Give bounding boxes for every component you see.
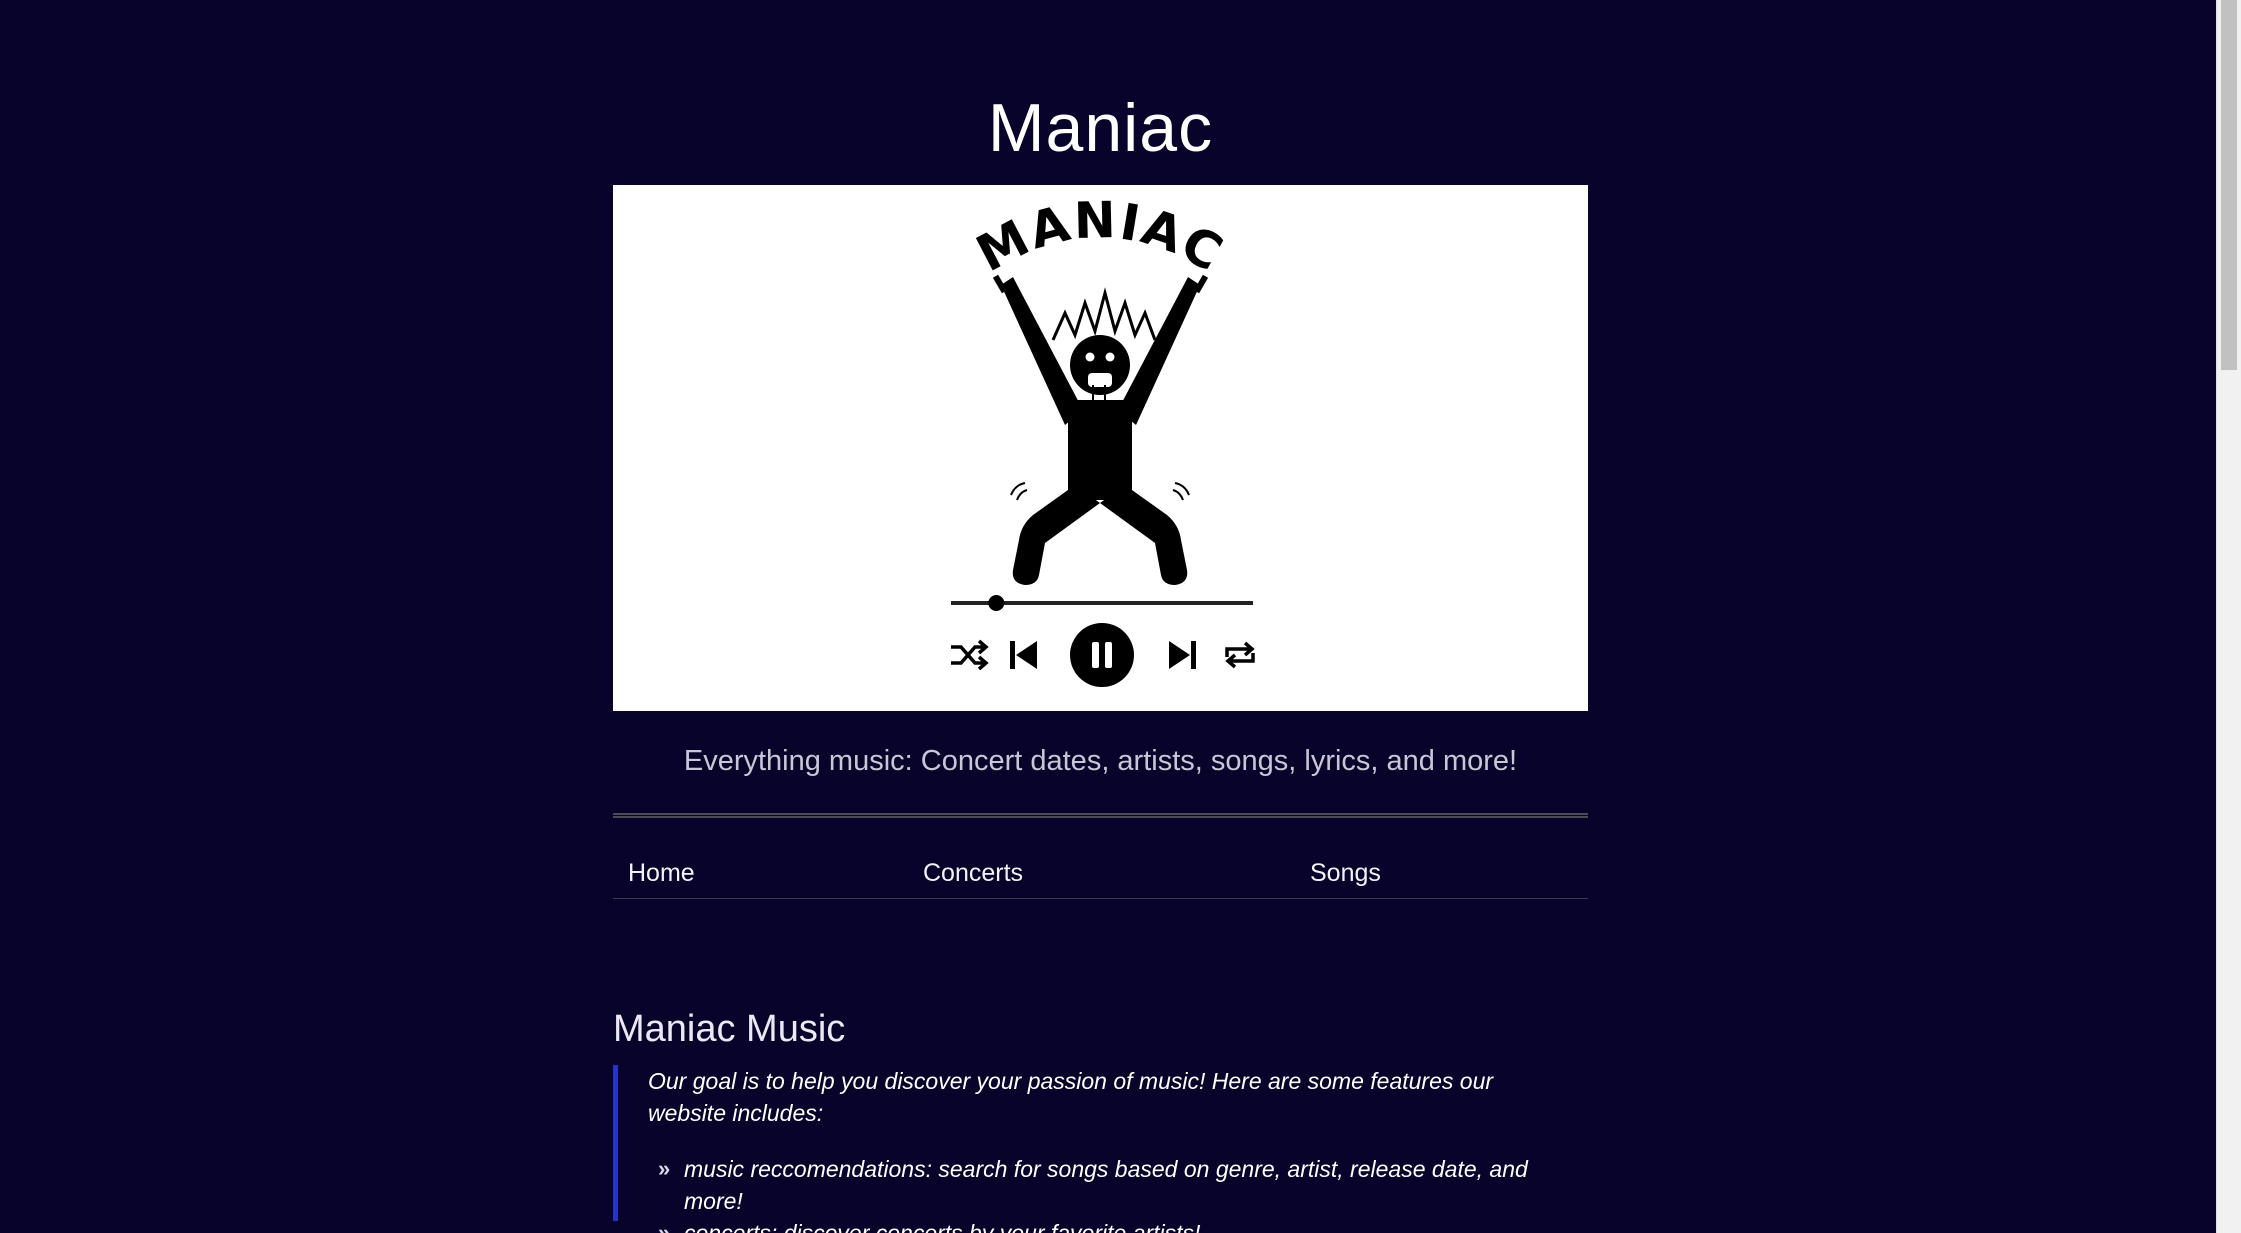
feature-text: music reccomendations: search for songs … [684, 1156, 1528, 1214]
intro-text: Our goal is to help you discover your pa… [648, 1068, 1494, 1126]
main-nav: Home Concerts Songs [613, 818, 1588, 899]
list-item: » concerts: discover concerts by your fa… [658, 1217, 1568, 1233]
pause-icon[interactable] [1070, 623, 1134, 687]
list-item: » music reccomendations: search for song… [658, 1153, 1568, 1217]
section-heading: Maniac Music [613, 1008, 846, 1050]
page: Maniac MANIAC Everything music: Concert … [0, 0, 2241, 1233]
site-title: Maniac [987, 90, 1214, 166]
chevron-double-right-icon: » [658, 1220, 671, 1233]
scrollbar[interactable] [2216, 0, 2241, 1233]
maniac-logo: MANIAC [951, 191, 1255, 687]
main-container: Maniac MANIAC Everything music: Concert … [613, 0, 1588, 1233]
progress-knob[interactable] [988, 595, 1005, 611]
repeat-icon[interactable] [1225, 641, 1255, 669]
logo-wordmark-text: MANIAC [967, 191, 1231, 283]
intro-quote: Our goal is to help you discover your pa… [613, 1065, 1588, 1233]
nav-item-concerts[interactable]: Concerts [923, 858, 1023, 888]
skip-next-icon[interactable] [1169, 641, 1196, 669]
skip-previous-icon[interactable] [1010, 641, 1037, 669]
feature-text: concerts: discover concerts by your favo… [684, 1220, 1201, 1233]
feature-list: » music reccomendations: search for song… [648, 1153, 1568, 1233]
nav-item-home[interactable]: Home [628, 858, 695, 888]
nav-item-songs[interactable]: Songs [1310, 858, 1381, 888]
chevron-double-right-icon: » [658, 1156, 671, 1181]
shuffle-icon[interactable] [951, 639, 989, 671]
logo-wordmark: MANIAC [967, 191, 1233, 283]
hair-icon [1051, 287, 1157, 341]
banner-image: MANIAC [613, 185, 1588, 711]
scrollbar-thumb[interactable] [2221, 0, 2237, 370]
tagline: Everything music: Concert dates, artists… [683, 745, 1518, 777]
